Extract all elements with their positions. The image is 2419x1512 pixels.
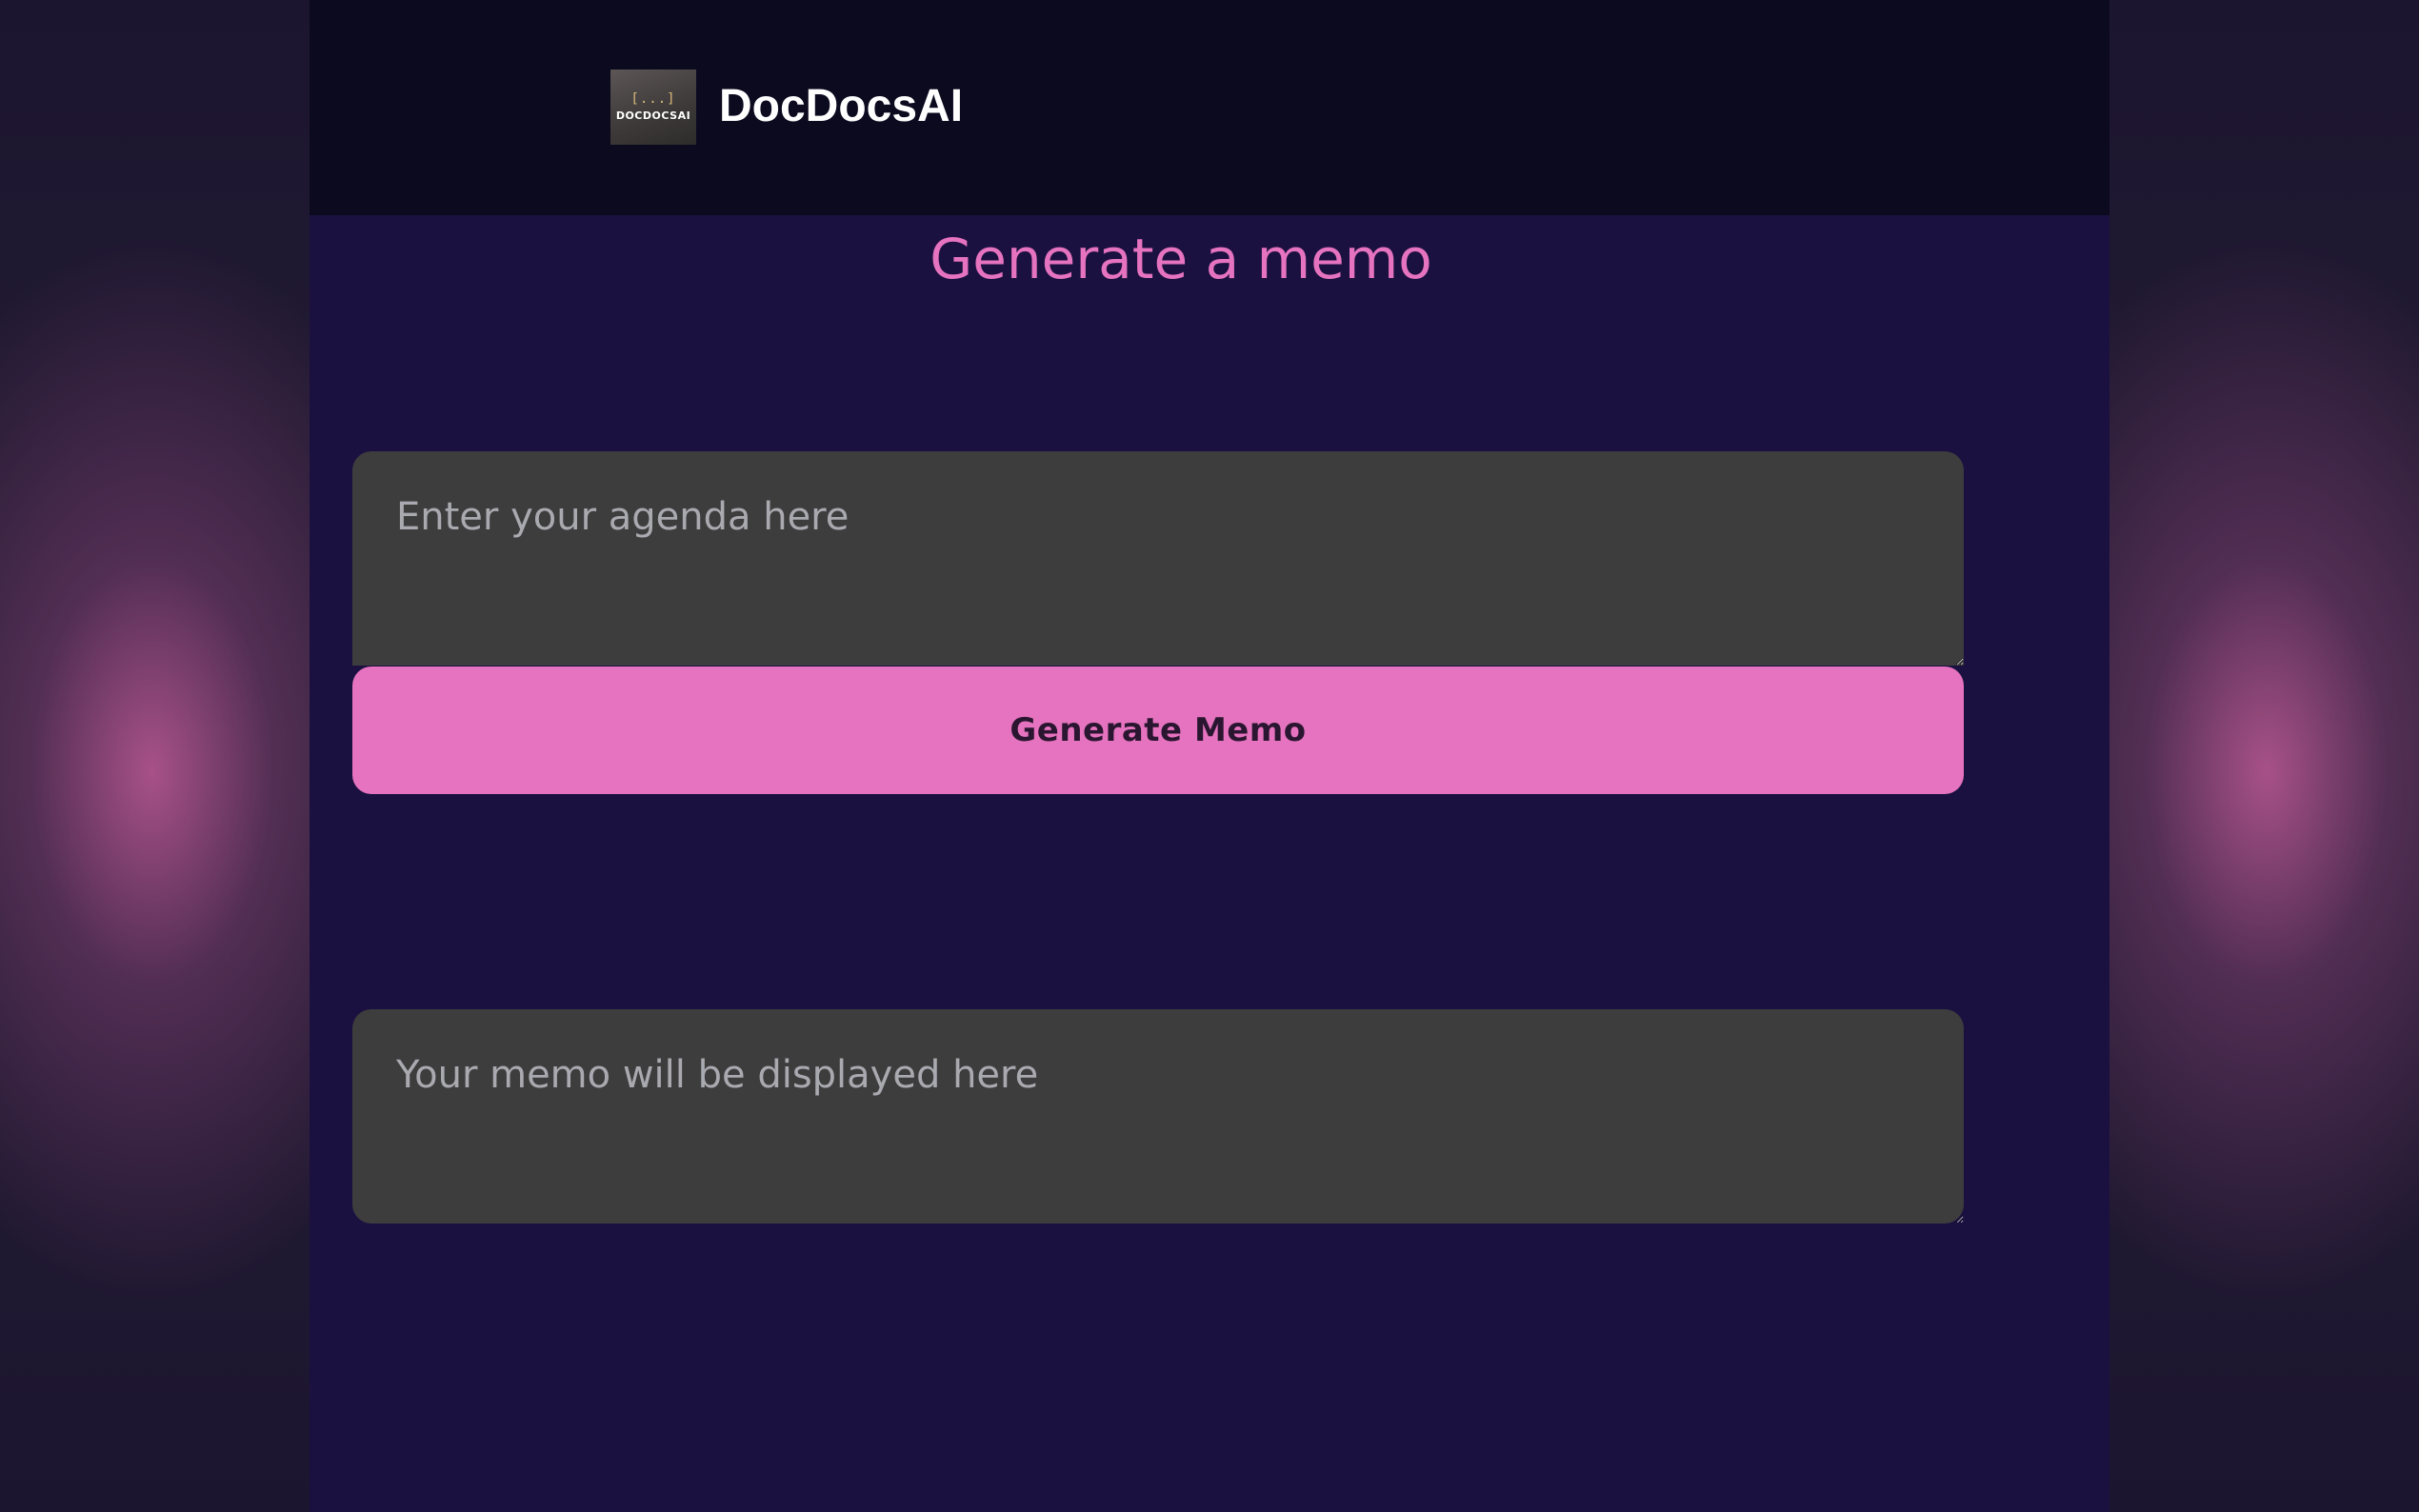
generate-memo-button[interactable]: Generate Memo bbox=[352, 666, 1964, 794]
logo-text: DOCDOCSAI bbox=[615, 109, 691, 122]
logo-glyph: [...] bbox=[630, 90, 676, 107]
logo[interactable]: [...] DOCDOCSAI bbox=[610, 70, 696, 145]
brand-name[interactable]: DocDocsAI bbox=[719, 78, 963, 135]
agenda-input[interactable] bbox=[352, 451, 1964, 666]
page-title: Generate a memo bbox=[930, 227, 1432, 291]
app-container: [...] DOCDOCSAI DocDocsAI Generate a mem… bbox=[310, 0, 2109, 1512]
header: [...] DOCDOCSAI DocDocsAI bbox=[310, 0, 2109, 215]
memo-output[interactable] bbox=[352, 1009, 1964, 1224]
